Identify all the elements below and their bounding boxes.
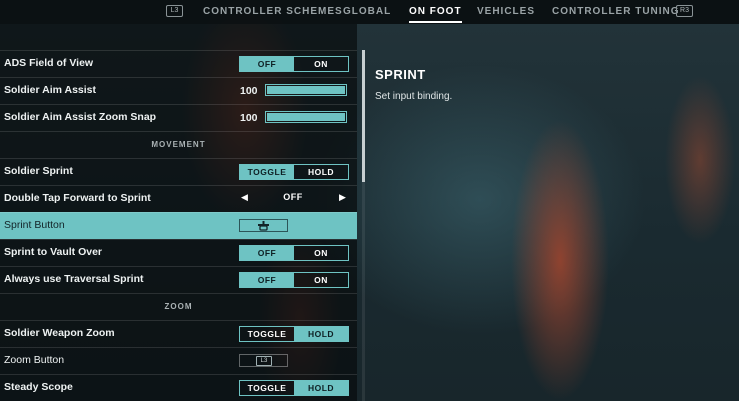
top-navigation-bar: L3 CONTROLLER SCHEMES GLOBAL ON FOOT VEH… (0, 0, 739, 24)
setting-label: Soldier Aim Assist Zoom Snap (4, 111, 157, 123)
setting-label: Always use Traversal Sprint (4, 273, 144, 285)
setting-label: Soldier Sprint (4, 165, 73, 177)
setting-traversal-sprint[interactable]: Always use Traversal Sprint OFF ON (0, 266, 357, 293)
scrollbar-thumb[interactable] (362, 50, 365, 182)
section-movement: MOVEMENT (0, 131, 357, 158)
tab-controller-schemes[interactable]: CONTROLLER SCHEMES (203, 6, 343, 17)
tab-controller-tuning[interactable]: CONTROLLER TUNING (552, 6, 680, 17)
slider-value: 100 (240, 112, 258, 124)
traversal-sprint-toggle[interactable]: OFF ON (239, 272, 349, 288)
setting-steady-scope[interactable]: Steady Scope TOGGLE HOLD (0, 374, 357, 401)
info-title: SPRINT (375, 67, 426, 82)
option-hold[interactable]: HOLD (294, 165, 348, 179)
setting-soldier-aim-assist[interactable]: Soldier Aim Assist 100 (0, 77, 357, 104)
arrow-right-icon[interactable]: ▶ (339, 192, 346, 203)
ads-fov-toggle[interactable]: OFF ON (239, 56, 349, 72)
slider-value: 100 (240, 85, 258, 97)
section-zoom: ZOOM (0, 293, 357, 320)
option-toggle[interactable]: TOGGLE (240, 327, 294, 341)
next-tab-hint-icon[interactable]: R3 (676, 5, 693, 17)
settings-list: ADS Field of View OFF ON Soldier Aim Ass… (0, 24, 357, 401)
tab-list: CONTROLLER SCHEMES GLOBAL ON FOOT VEHICL… (0, 0, 739, 24)
option-toggle[interactable]: TOGGLE (240, 165, 294, 179)
setting-label: Steady Scope (4, 381, 73, 393)
l3-button-icon: L3 (256, 356, 272, 366)
setting-label: Sprint Button (4, 219, 65, 231)
double-tap-selector[interactable]: ◀ OFF ▶ (239, 192, 347, 206)
option-on[interactable]: ON (294, 246, 348, 260)
steady-scope-toggle[interactable]: TOGGLE HOLD (239, 380, 349, 396)
section-title: MOVEMENT (151, 140, 206, 149)
soldier-sprint-toggle[interactable]: TOGGLE HOLD (239, 164, 349, 180)
setting-soldier-sprint[interactable]: Soldier Sprint TOGGLE HOLD (0, 158, 357, 185)
setting-label: Soldier Weapon Zoom (4, 327, 115, 339)
setting-zoom-button[interactable]: Zoom Button L3 (0, 347, 357, 374)
setting-sprint-button[interactable]: Sprint Button (0, 212, 357, 239)
option-hold[interactable]: HOLD (294, 381, 348, 395)
option-off[interactable]: OFF (240, 246, 294, 260)
tab-global[interactable]: GLOBAL (343, 6, 391, 17)
zoom-snap-slider[interactable] (265, 111, 347, 123)
tab-on-foot[interactable]: ON FOOT (409, 6, 462, 23)
zoom-binding[interactable]: L3 (239, 354, 288, 367)
option-on[interactable]: ON (294, 273, 348, 287)
setting-sprint-to-vault[interactable]: Sprint to Vault Over OFF ON (0, 239, 357, 266)
setting-label: Soldier Aim Assist (4, 84, 96, 96)
setting-label: Double Tap Forward to Sprint (4, 192, 151, 204)
option-hold[interactable]: HOLD (294, 327, 348, 341)
selector-value: OFF (283, 192, 303, 202)
setting-aim-assist-zoom-snap[interactable]: Soldier Aim Assist Zoom Snap 100 (0, 104, 357, 131)
sprint-vault-toggle[interactable]: OFF ON (239, 245, 349, 261)
tab-vehicles[interactable]: VEHICLES (477, 6, 535, 17)
setting-label: Zoom Button (4, 354, 65, 366)
controller-stick-icon (257, 221, 270, 231)
option-on[interactable]: ON (294, 57, 348, 71)
option-toggle[interactable]: TOGGLE (240, 381, 294, 395)
slider-fill (267, 86, 345, 94)
setting-ads-field-of-view[interactable]: ADS Field of View OFF ON (0, 50, 357, 77)
setting-double-tap-sprint[interactable]: Double Tap Forward to Sprint ◀ OFF ▶ (0, 185, 357, 212)
slider-fill (267, 113, 345, 121)
option-off[interactable]: OFF (240, 273, 294, 287)
setting-label: ADS Field of View (4, 57, 94, 69)
setting-label: Sprint to Vault Over (4, 246, 103, 258)
weapon-zoom-toggle[interactable]: TOGGLE HOLD (239, 326, 349, 342)
section-title: ZOOM (164, 302, 193, 311)
option-off[interactable]: OFF (240, 57, 294, 71)
info-description: Set input binding. (375, 91, 453, 102)
aim-assist-slider[interactable] (265, 84, 347, 96)
setting-soldier-weapon-zoom[interactable]: Soldier Weapon Zoom TOGGLE HOLD (0, 320, 357, 347)
sprint-binding[interactable] (239, 219, 288, 232)
